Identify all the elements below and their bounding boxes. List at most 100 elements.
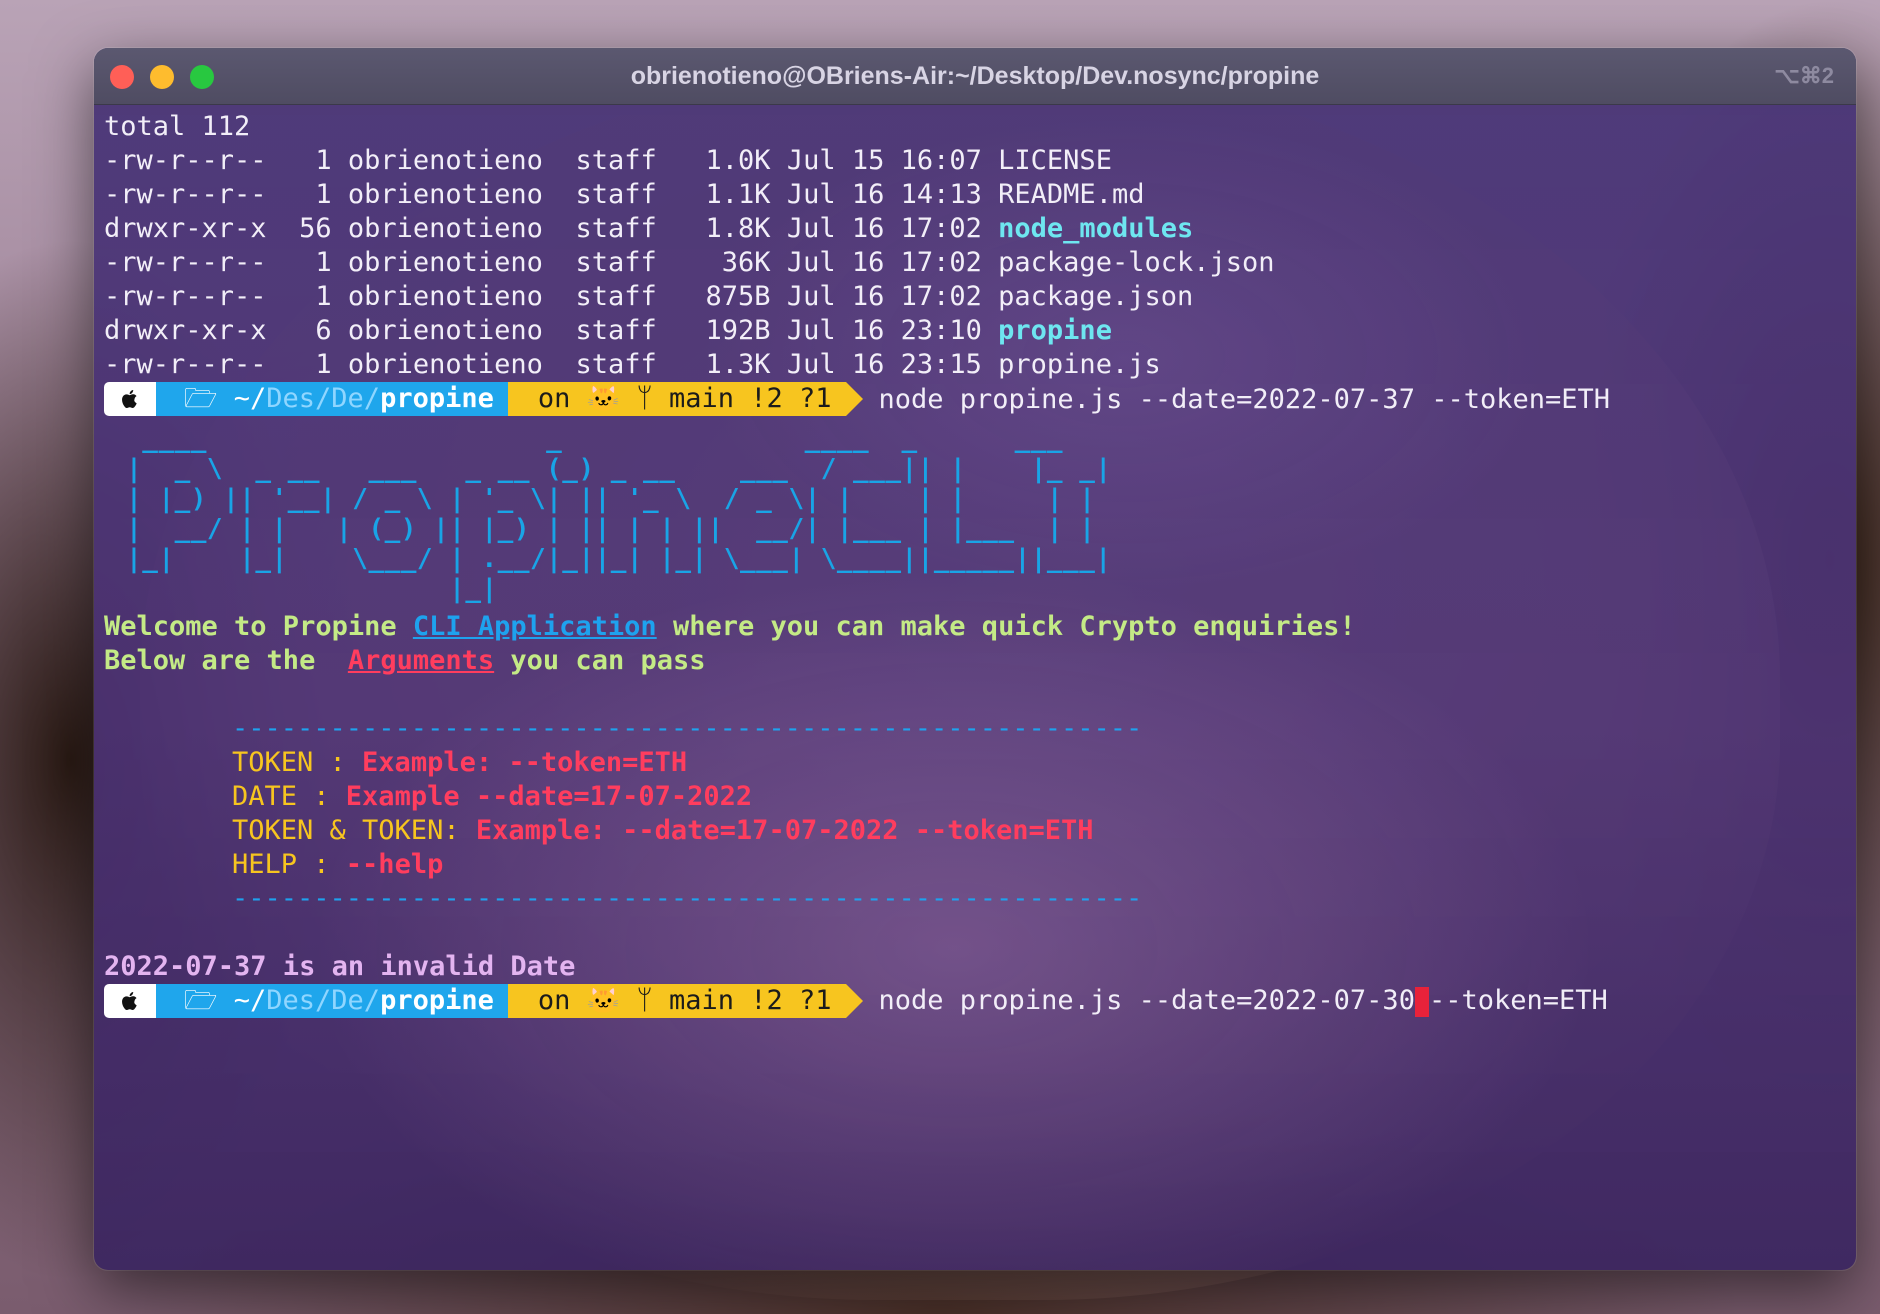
listing-row-group: staff <box>575 247 657 278</box>
listing-row-owner: obrienotieno <box>347 179 543 210</box>
welcome-text-a: Welcome to Propine <box>104 611 413 642</box>
help-item: DATE : Example --date=17-07-2022 <box>104 780 1846 814</box>
prompt-path-current: propine <box>380 985 494 1016</box>
apple-icon <box>122 390 137 408</box>
listing-row-date: Jul 16 23:10 <box>786 315 982 346</box>
listing-row-owner: obrienotieno <box>347 247 543 278</box>
listing-row-date: Jul 16 17:02 <box>786 213 982 244</box>
prompt-path-home: ~/ <box>233 985 267 1016</box>
listing-row-group: staff <box>575 213 657 244</box>
listing-row-owner: obrienotieno <box>347 145 543 176</box>
welcome-text-b: where you can make quick Crypto enquirie… <box>656 611 1356 642</box>
cli-application-link[interactable]: CLI Application <box>413 611 657 642</box>
arguments-text-b: you can pass <box>494 645 706 676</box>
title-bar[interactable]: obrienotieno@OBriens-Air:~/Desktop/Dev.n… <box>94 48 1856 105</box>
listing-row: drwxr-xr-x 6 obrienotieno staff 192B Jul… <box>104 314 1846 348</box>
listing-row-links: 1 <box>299 179 332 210</box>
help-item-example: Example: --token=ETH <box>362 747 688 778</box>
listing-row-links: 1 <box>299 247 332 278</box>
listing-row-date: Jul 16 14:13 <box>786 179 982 210</box>
listing-row-size: 1.0K <box>705 145 771 176</box>
command-first: node propine.js --date=2022-07-37 --toke… <box>878 383 1611 415</box>
listing-row-group: staff <box>575 349 657 380</box>
listing-row: drwxr-xr-x 56 obrienotieno staff 1.8K Ju… <box>104 212 1846 246</box>
help-item-label: DATE : <box>232 781 346 812</box>
listing-row-size: 192B <box>705 315 771 346</box>
listing-row-owner: obrienotieno <box>347 281 543 312</box>
terminal-content[interactable]: total 112 -rw-r--r-- 1 obrienotieno staf… <box>104 110 1846 1018</box>
listing-row-size: 1.3K <box>705 349 771 380</box>
listing-row-owner: obrienotieno <box>347 349 543 380</box>
prompt-line-active[interactable]: 🗁 ~/Des/De/propine on 🐱 ᛘ main !2 ?1 nod… <box>104 984 1846 1018</box>
listing-row: -rw-r--r-- 1 obrienotieno staff 1.3K Jul… <box>104 348 1846 382</box>
listing-row-date: Jul 16 17:02 <box>786 247 982 278</box>
listing-row-size: 1.1K <box>705 179 771 210</box>
listing-row-meta: -rw-r--r-- <box>104 247 267 278</box>
listing-row-links: 6 <box>299 315 332 346</box>
prompt-git-segment: on 🐱 ᛘ main !2 ?1 <box>507 382 863 416</box>
folder-icon: 🗁 <box>184 985 234 1016</box>
listing-row-filename: README.md <box>998 179 1145 210</box>
prompt-path-current: propine <box>380 383 494 414</box>
listing-row-filename: LICENSE <box>998 145 1112 176</box>
listing-row-group: staff <box>575 179 657 210</box>
listing-row-meta: drwxr-xr-x <box>104 315 267 346</box>
listing-row-links: 56 <box>299 213 332 244</box>
listing-row-links: 1 <box>299 349 332 380</box>
error-message: 2022-07-37 is an invalid Date <box>104 951 576 982</box>
listing-row-filename: propine.js <box>998 349 1161 380</box>
listing-row-links: 1 <box>299 145 332 176</box>
command-after-cursor: --token=ETH <box>1428 985 1608 1017</box>
listing-row-filename: package-lock.json <box>998 247 1275 278</box>
window-shortcut: ⌥⌘2 <box>1774 63 1834 88</box>
prompt-line: 🗁 ~/Des/De/propine on 🐱 ᛘ main !2 ?1 nod… <box>104 382 1846 416</box>
help-item-label: TOKEN & TOKEN: <box>232 815 476 846</box>
arguments-link[interactable]: Arguments <box>348 645 494 676</box>
help-item-label: TOKEN : <box>232 747 363 778</box>
prompt-path-home: ~/ <box>233 383 267 414</box>
help-divider-top: ----------------------------------------… <box>232 713 1143 744</box>
listing-row: -rw-r--r-- 1 obrienotieno staff 36K Jul … <box>104 246 1846 280</box>
listing-row-filename: package.json <box>998 281 1194 312</box>
prompt-path-segment: 🗁 ~/Des/De/propine <box>156 382 525 416</box>
listing-row: -rw-r--r-- 1 obrienotieno staff 875B Jul… <box>104 280 1846 314</box>
listing-row: -rw-r--r-- 1 obrienotieno staff 1.1K Jul… <box>104 178 1846 212</box>
listing-row-meta: -rw-r--r-- <box>104 145 267 176</box>
help-item-label: HELP : <box>232 849 346 880</box>
text-cursor <box>1414 986 1429 1017</box>
listing-row-date: Jul 16 17:02 <box>786 281 982 312</box>
prompt-apple-segment <box>104 984 173 1018</box>
command-input[interactable]: node propine.js --date=2022-07-30 --token… <box>879 985 1608 1017</box>
folder-icon: 🗁 <box>184 383 234 414</box>
welcome-line-1: Welcome to Propine CLI Application where… <box>104 610 1846 644</box>
help-item-example: Example: --date=17-07-2022 --token=ETH <box>475 815 1094 846</box>
apple-icon <box>122 992 137 1010</box>
listing-row-size: 1.8K <box>705 213 771 244</box>
terminal-window[interactable]: obrienotieno@OBriens-Air:~/Desktop/Dev.n… <box>94 48 1856 1270</box>
arguments-text-a: Below are the <box>104 645 348 676</box>
listing-row-links: 1 <box>299 281 332 312</box>
listing-row-meta: -rw-r--r-- <box>104 179 267 210</box>
listing-row-dirname: node_modules <box>998 213 1194 244</box>
listing-row-meta: drwxr-xr-x <box>104 213 267 244</box>
welcome-line-2: Below are the Arguments you can pass <box>104 644 1846 678</box>
listing-row-date: Jul 16 23:15 <box>786 349 982 380</box>
ascii-banner: ____ _ ____ _ ___ | _ \ _ __ ___ _ __ (_… <box>126 424 1112 604</box>
listing-row-group: staff <box>575 281 657 312</box>
help-item: TOKEN & TOKEN: Example: --date=17-07-202… <box>104 814 1846 848</box>
prompt-path-segment: 🗁 ~/Des/De/propine <box>156 984 525 1018</box>
help-items: TOKEN : Example: --token=ETH DATE : Examp… <box>104 746 1846 882</box>
help-item-example: --help <box>345 849 444 880</box>
listing-row-owner: obrienotieno <box>347 315 543 346</box>
prompt-git-segment: on 🐱 ᛘ main !2 ?1 <box>507 984 863 1018</box>
help-item: HELP : --help <box>104 848 1846 882</box>
listing-row-dirname: propine <box>998 315 1112 346</box>
listing-row-size: 875B <box>705 281 771 312</box>
listing-row-date: Jul 15 16:07 <box>786 145 982 176</box>
listing-row-group: staff <box>575 145 657 176</box>
listing-row-group: staff <box>575 315 657 346</box>
prompt-path-dim: Des/De/ <box>266 985 381 1016</box>
window-title: obrienotieno@OBriens-Air:~/Desktop/Dev.n… <box>630 62 1320 90</box>
listing-total: total 112 <box>104 111 251 142</box>
